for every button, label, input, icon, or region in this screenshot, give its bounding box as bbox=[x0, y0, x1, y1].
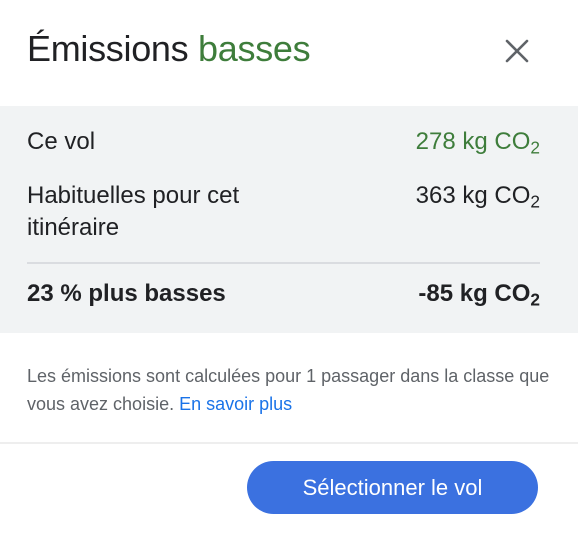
co2-subscript: 2 bbox=[530, 137, 540, 158]
select-flight-button[interactable]: Sélectionner le vol bbox=[247, 461, 538, 514]
emissions-note: Les émissions sont calculées pour 1 pass… bbox=[27, 362, 552, 418]
close-button[interactable] bbox=[497, 31, 537, 71]
panel-divider bbox=[27, 262, 540, 264]
footer-divider bbox=[0, 442, 578, 444]
title-main: Émissions bbox=[27, 28, 189, 69]
this-flight-label: Ce vol bbox=[27, 128, 96, 155]
typical-label: Habituelles pour cet itinéraire bbox=[27, 182, 240, 241]
dialog-title: Émissions basses bbox=[27, 27, 311, 71]
typical-amount: 363 kg CO bbox=[415, 182, 531, 209]
typical-value: 363 kg CO2 bbox=[416, 180, 540, 212]
close-icon bbox=[505, 39, 529, 63]
difference-value: -85 kg CO2 bbox=[418, 278, 540, 310]
co2-subscript: 2 bbox=[530, 289, 540, 310]
emissions-dialog: Émissions basses Ce vol 278 kg CO2 Habit… bbox=[0, 0, 578, 555]
this-flight-amount: 278 kg CO bbox=[415, 128, 531, 155]
title-accent: basses bbox=[198, 28, 311, 69]
learn-more-link[interactable]: En savoir plus bbox=[179, 394, 292, 414]
co2-subscript: 2 bbox=[530, 191, 540, 212]
dialog-header: Émissions basses bbox=[0, 0, 578, 106]
emissions-comparison-panel: Ce vol 278 kg CO2 Habituelles pour cet i… bbox=[0, 106, 578, 333]
difference-amount: -85 kg CO bbox=[418, 280, 531, 307]
difference-label: 23 % plus basses bbox=[27, 280, 226, 307]
this-flight-value: 278 kg CO2 bbox=[416, 126, 540, 158]
